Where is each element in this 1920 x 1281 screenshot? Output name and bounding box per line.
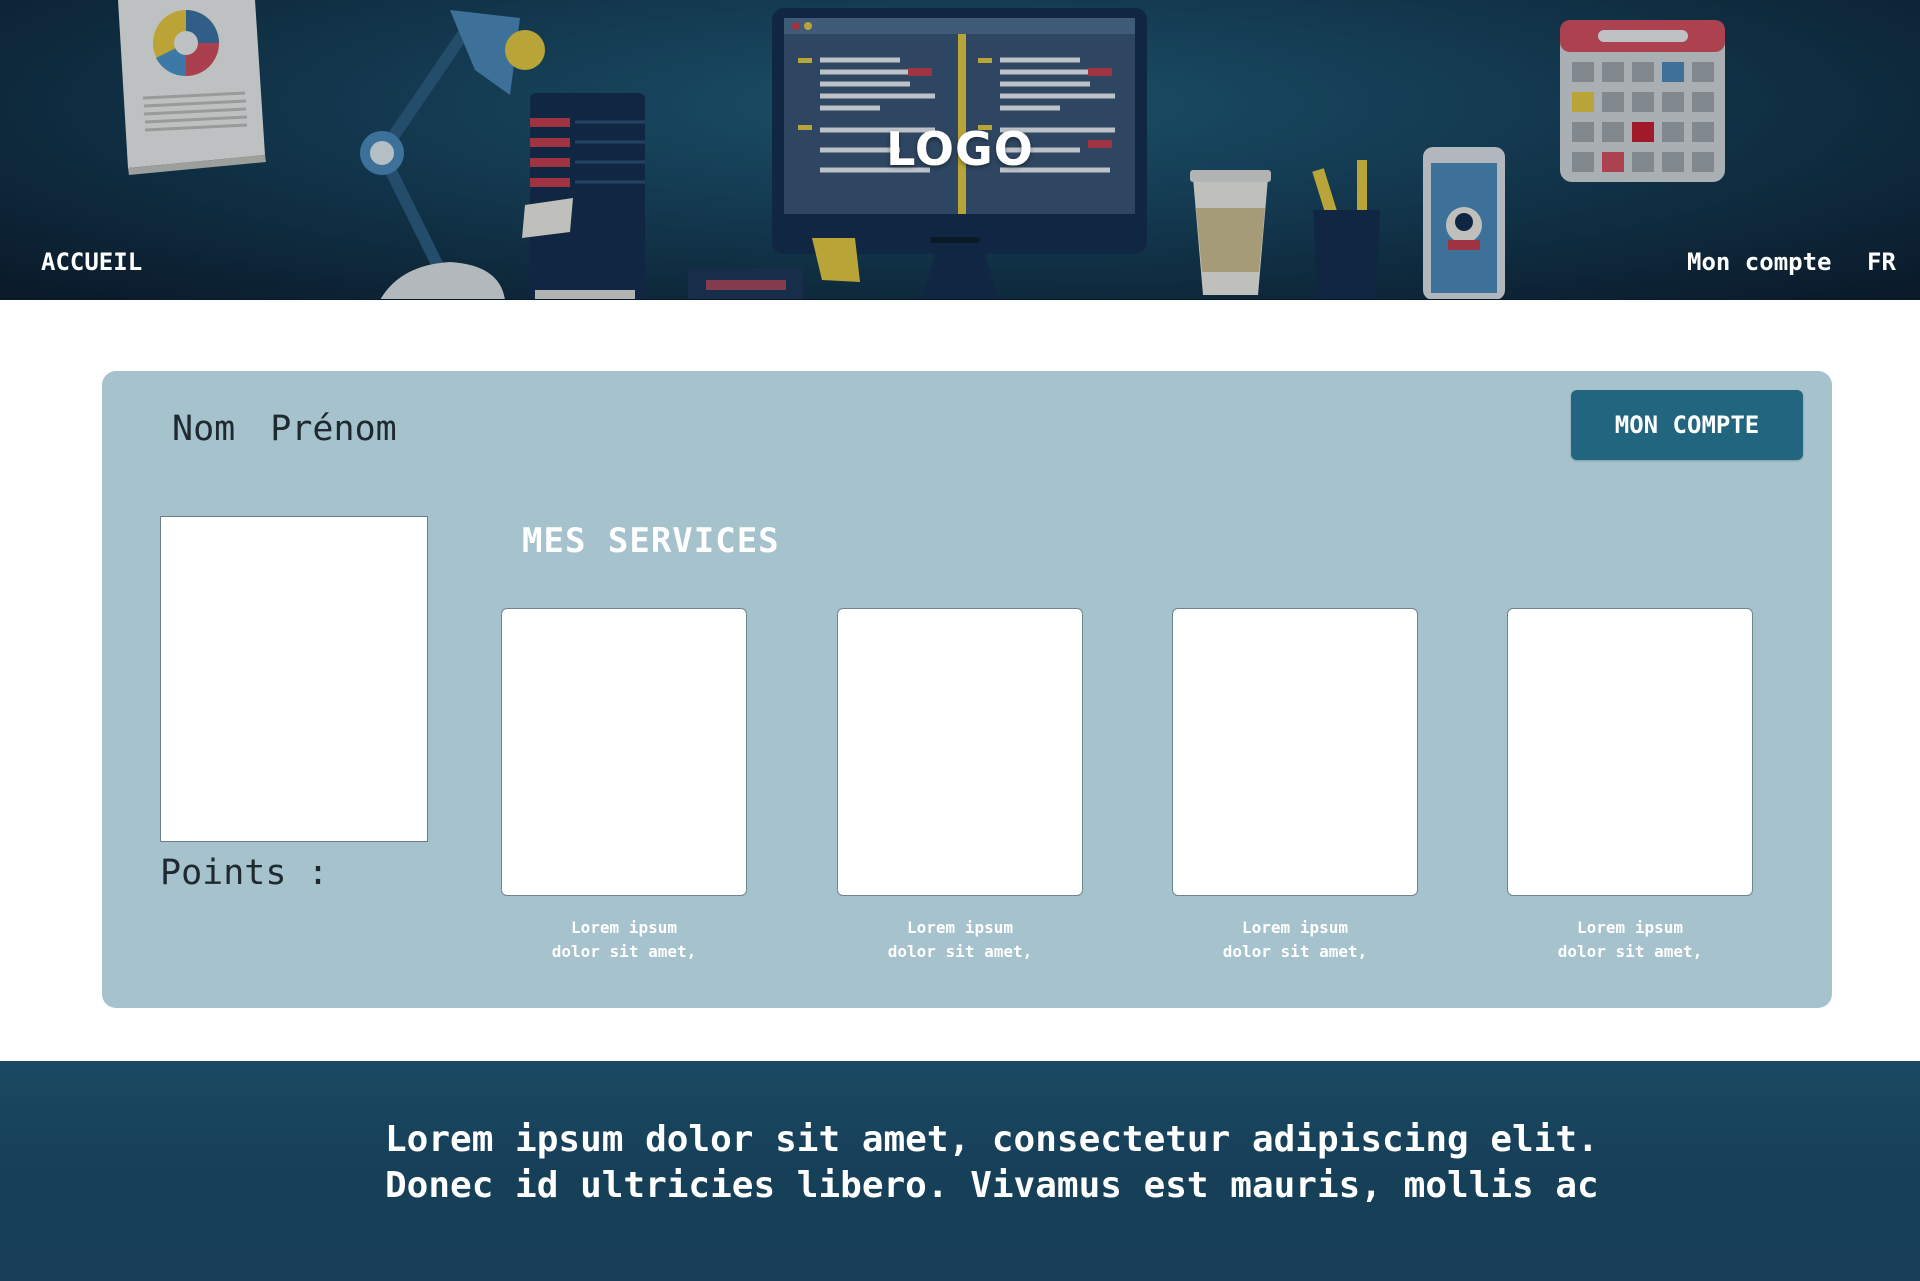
- my-account-button[interactable]: MON COMPTE: [1571, 390, 1803, 460]
- service-caption: Lorem ipsum dolor sit amet,: [1172, 916, 1418, 964]
- service-caption-line: dolor sit amet,: [887, 942, 1033, 961]
- footer-line: Donec id ultricies libero. Vivamus est m…: [385, 1165, 1599, 1206]
- footer-text: Lorem ipsum dolor sit amet, consectetur …: [385, 1117, 1599, 1209]
- service-caption: Lorem ipsum dolor sit amet,: [837, 916, 1083, 964]
- profile-card: Nom Prénom MON COMPTE Points : MES SERVI…: [102, 371, 1832, 1008]
- service-caption-line: dolor sit amet,: [1222, 942, 1368, 961]
- nav-home-link[interactable]: ACCUEIL: [41, 248, 142, 276]
- service-caption: Lorem ipsum dolor sit amet,: [501, 916, 747, 964]
- service-card[interactable]: Lorem ipsum dolor sit amet,: [837, 608, 1083, 964]
- header-banner: LOGO ACCUEIL Mon compte FR: [0, 0, 1920, 300]
- logo[interactable]: LOGO: [0, 122, 1920, 176]
- points-label: Points :: [160, 853, 329, 893]
- service-card[interactable]: Lorem ipsum dolor sit amet,: [501, 608, 747, 964]
- footer: Lorem ipsum dolor sit amet, consectetur …: [0, 1061, 1920, 1281]
- service-caption-line: Lorem ipsum: [1577, 918, 1683, 937]
- user-name: Nom Prénom: [172, 409, 397, 449]
- service-caption-line: Lorem ipsum: [1242, 918, 1348, 937]
- language-selector[interactable]: FR: [1867, 248, 1896, 276]
- service-image-placeholder[interactable]: [501, 608, 747, 896]
- service-image-placeholder[interactable]: [1172, 608, 1418, 896]
- service-caption-line: Lorem ipsum: [907, 918, 1013, 937]
- service-image-placeholder[interactable]: [837, 608, 1083, 896]
- services-title: MES SERVICES: [522, 521, 780, 561]
- footer-line: Lorem ipsum dolor sit amet, consectetur …: [385, 1119, 1599, 1160]
- service-caption: Lorem ipsum dolor sit amet,: [1507, 916, 1753, 964]
- service-image-placeholder[interactable]: [1507, 608, 1753, 896]
- service-caption-line: Lorem ipsum: [571, 918, 677, 937]
- service-card[interactable]: Lorem ipsum dolor sit amet,: [1172, 608, 1418, 964]
- service-card[interactable]: Lorem ipsum dolor sit amet,: [1507, 608, 1753, 964]
- nav-account-link[interactable]: Mon compte: [1687, 248, 1832, 276]
- service-caption-line: dolor sit amet,: [551, 942, 697, 961]
- avatar-placeholder: [160, 516, 428, 842]
- service-caption-line: dolor sit amet,: [1557, 942, 1703, 961]
